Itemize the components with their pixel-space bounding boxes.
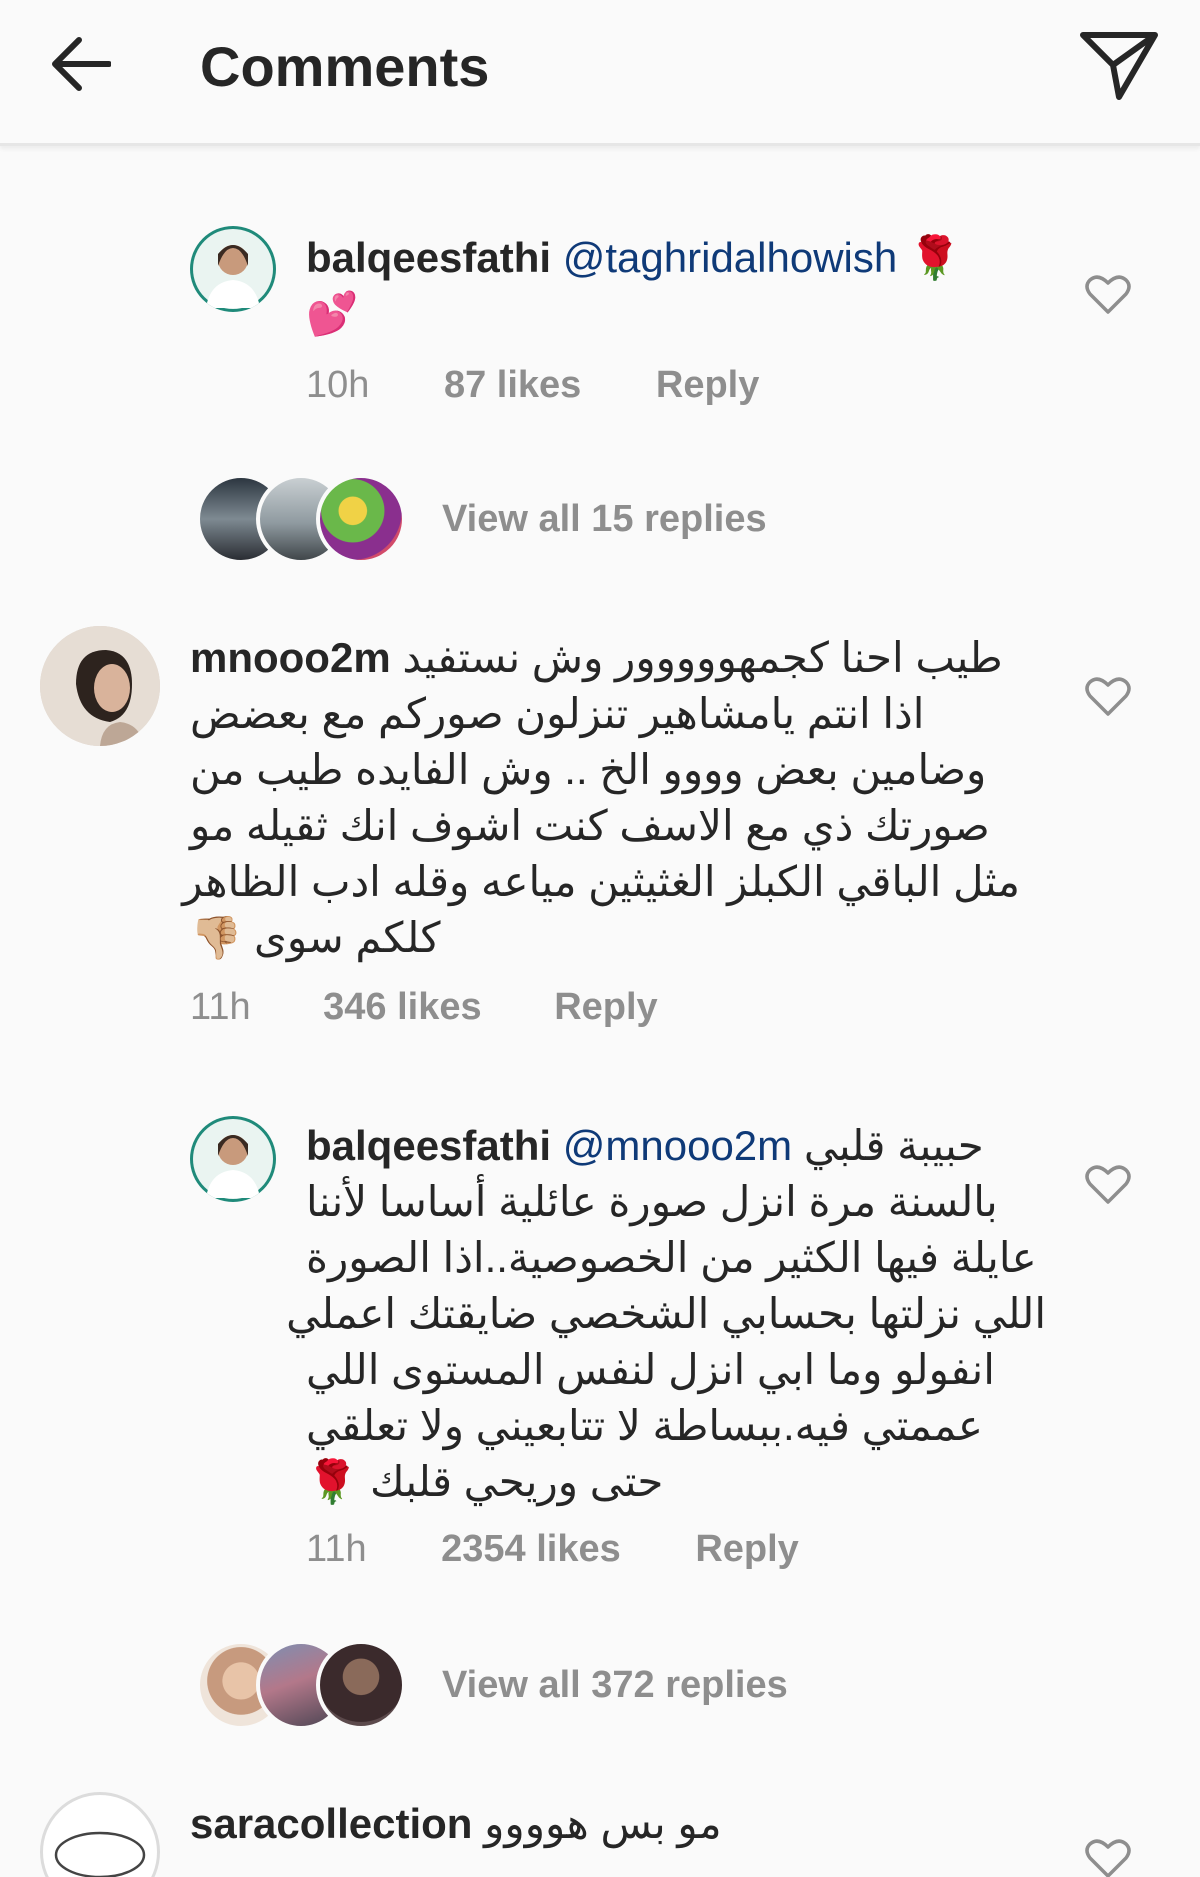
comment-body-line: اللي نزلتها بحسابي الشخصي ضايقتك اعملي: [286, 1290, 1046, 1337]
comments-header: Comments: [0, 0, 1200, 146]
view-replies-label[interactable]: View all 372 replies: [442, 1664, 788, 1707]
heart-outline-icon[interactable]: [1084, 272, 1132, 316]
comment-body-line: انفولو وما ابي انزل لنفس المستوى اللي: [306, 1346, 995, 1393]
avatar[interactable]: [40, 626, 160, 746]
sara-collection-logo: [54, 1831, 146, 1877]
avatar: [316, 1640, 406, 1730]
comment-likes[interactable]: 87 likes: [444, 364, 581, 407]
comment-time: 11h: [190, 986, 251, 1028]
comment-meta: 11h 2354 likes Reply: [306, 1528, 799, 1571]
hearts-emoji: 💕: [306, 290, 359, 337]
comment-body-line: طيب احنا كجمهووووور وش نستفيد: [402, 634, 1003, 681]
reply-avatars: [196, 1640, 406, 1730]
profile-photo: [193, 229, 273, 309]
reply-button[interactable]: Reply: [554, 986, 657, 1029]
avatar[interactable]: [40, 1792, 160, 1877]
view-replies-link[interactable]: View all 15 replies: [196, 474, 767, 564]
comment-text: حبيبة قلبي @mnooo2m balqeesfathi بالسنة …: [286, 1118, 1046, 1510]
comment-meta: 10h 87 likes Reply: [306, 364, 759, 407]
avatar: [316, 474, 406, 564]
rose-emoji: 🌹: [908, 234, 962, 281]
comment-body-line: وضامين بعض وووو الخ .. وش الفايده طيب من: [190, 746, 987, 793]
comment-body-line: حبيبة قلبي: [803, 1122, 984, 1169]
comment-line-1: حبيبة قلبي @mnooo2m balqeesfathi: [306, 1118, 1046, 1174]
view-replies-label[interactable]: View all 15 replies: [442, 498, 767, 541]
view-replies-link[interactable]: View all 372 replies: [196, 1640, 788, 1730]
comment-line-1: مو بس هوووو saracollection: [190, 1796, 1020, 1852]
comment-body-line: بالسنة مرة انزل صورة عائلية أساسا لأننا: [306, 1178, 998, 1225]
comment-meta: 11h 346 likes Reply: [190, 986, 658, 1029]
comment-text: مو بس هوووو saracollection: [190, 1796, 1020, 1852]
comment-username[interactable]: balqeesfathi: [306, 234, 551, 281]
reply-button[interactable]: Reply: [695, 1528, 798, 1571]
paper-plane-icon: [1080, 32, 1158, 100]
arrow-left-icon: [52, 37, 111, 91]
comment-text: طيب احنا كجمهووووور وش نستفيد mnooo2m اذ…: [182, 630, 1020, 966]
comment-body-line: مثل الباقي الكبلز الغثيثين مياعه وقله اد…: [182, 858, 1020, 905]
comment-body-line: اذا انتم يامشاهير تنزلون صوركم مع بعضض: [190, 690, 925, 737]
profile-photo: [40, 626, 160, 746]
reply-button[interactable]: Reply: [656, 364, 759, 407]
comment-body-line: عممتي فيه.ببساطة لا تتابعيني ولا تعلقي: [306, 1402, 983, 1449]
profile-photo: [193, 1119, 273, 1199]
heart-outline-icon[interactable]: [1084, 1836, 1132, 1877]
comment-body-line: صورتك ذي مع الاسف كنت اشوف انك ثقيله مو: [190, 802, 990, 849]
comment-username[interactable]: balqeesfathi: [306, 1122, 551, 1169]
heart-outline-icon[interactable]: [1084, 1162, 1132, 1206]
comment-text: balqeesfathi @taghridalhowish 🌹 💕: [306, 230, 1026, 342]
comment-time: 11h: [306, 1528, 367, 1570]
comment-time: 10h: [306, 364, 370, 406]
page-title: Comments: [200, 35, 490, 98]
reply-avatars: [196, 474, 406, 564]
comment-line-1: طيب احنا كجمهووووور وش نستفيد mnooo2m: [190, 630, 1020, 686]
comment-likes[interactable]: 2354 likes: [441, 1528, 621, 1571]
comment-body-line: عايلة فيها الكثير من الخصوصية..اذا الصور…: [306, 1234, 1037, 1281]
share-button[interactable]: [1076, 22, 1162, 108]
avatar[interactable]: [190, 1116, 276, 1202]
avatar[interactable]: [190, 226, 276, 312]
back-button[interactable]: [40, 24, 120, 104]
comment-username[interactable]: mnooo2m: [190, 634, 391, 681]
comment-mention[interactable]: @mnooo2m: [563, 1122, 792, 1169]
comment-likes[interactable]: 346 likes: [323, 986, 481, 1029]
comment-body-line: مو بس هوووو: [484, 1800, 722, 1847]
comment-mention[interactable]: @taghridalhowish: [563, 234, 897, 281]
comment-body-line: حتى وريحي قلبك 🌹: [306, 1458, 664, 1505]
heart-outline-icon[interactable]: [1084, 674, 1132, 718]
comment-body-line: كلكم سوى 👎🏼: [190, 914, 441, 961]
comment-username[interactable]: saracollection: [190, 1800, 472, 1847]
